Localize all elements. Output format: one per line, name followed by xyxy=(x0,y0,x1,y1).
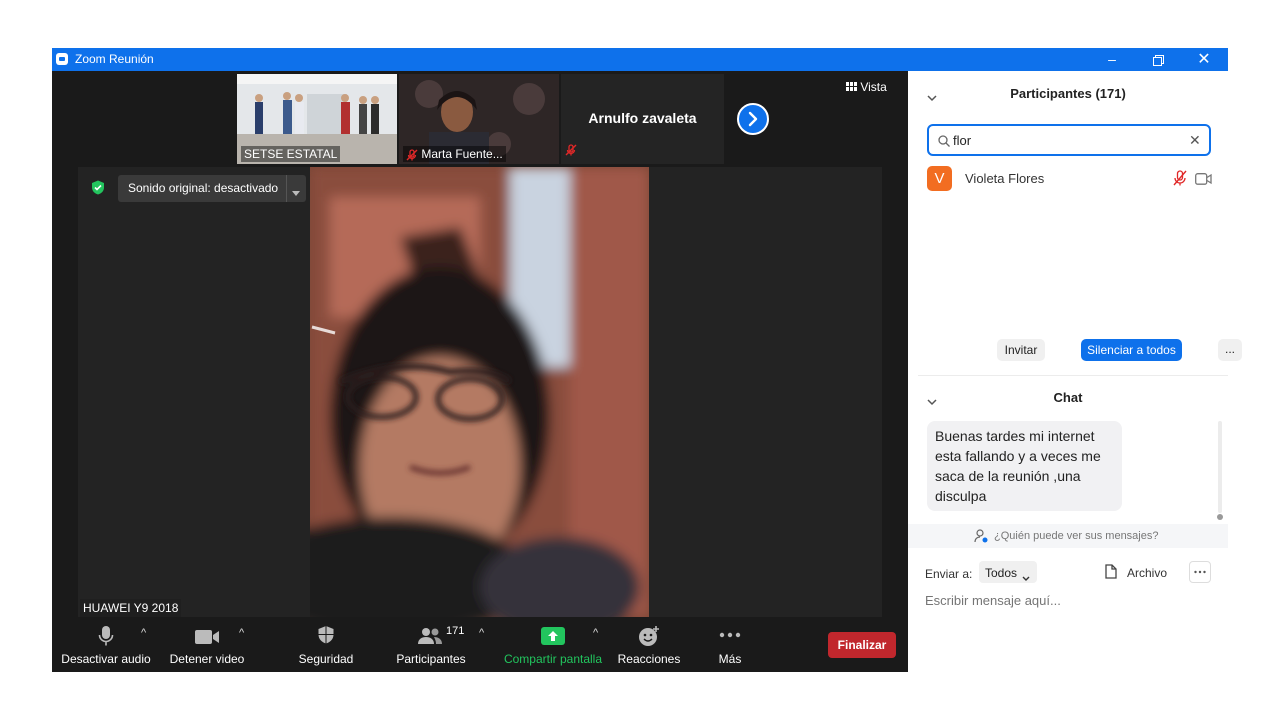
visibility-note-bar[interactable]: ¿Quién puede ver sus mensajes? xyxy=(908,524,1228,548)
participants-header: Participantes (171) xyxy=(1010,86,1126,101)
chevron-right-icon xyxy=(748,111,758,127)
window-title: Zoom Reunión xyxy=(75,52,154,66)
muted-mic-icon xyxy=(565,143,577,161)
thumbnail-name: Marta Fuente... xyxy=(421,147,503,161)
participants-options-caret-icon[interactable]: ^ xyxy=(479,627,484,639)
participant-search-box[interactable]: ✕ xyxy=(927,124,1211,156)
thumbnail-label: Marta Fuente... xyxy=(403,146,506,162)
share-screen-button[interactable]: Compartir pantalla xyxy=(500,617,606,672)
chat-message-input[interactable] xyxy=(923,591,1217,655)
stop-video-label: Detener video xyxy=(169,652,245,666)
security-label: Seguridad xyxy=(298,652,354,666)
main-video-tile: Sonido original: desactivado HUAWEI Y9 2… xyxy=(78,167,882,617)
mute-audio-label: Desactivar audio xyxy=(61,652,151,666)
next-page-button[interactable] xyxy=(737,103,769,135)
side-panel: Participantes (171) ✕ V Violeta Flores I… xyxy=(908,71,1242,672)
send-to-dropdown[interactable]: Todos xyxy=(979,561,1037,583)
caret-down-icon[interactable] xyxy=(292,184,300,202)
scroll-thumb[interactable] xyxy=(1217,514,1223,520)
reactions-button[interactable]: Reacciones xyxy=(614,617,684,672)
video-options-caret-icon[interactable]: ^ xyxy=(239,627,244,639)
share-screen-icon xyxy=(541,627,565,645)
share-options-caret-icon[interactable]: ^ xyxy=(593,627,598,639)
visibility-note-text: ¿Quién puede ver sus mensajes? xyxy=(994,530,1159,542)
file-icon xyxy=(1105,564,1117,584)
webcam-image xyxy=(310,167,649,617)
zoom-window: Zoom Reunión – ✕ SETSE ESTATAL Marta Fue… xyxy=(52,48,1242,672)
thumbnail-marta[interactable]: Marta Fuente... xyxy=(399,74,559,164)
search-icon xyxy=(938,134,950,152)
participant-search-input[interactable] xyxy=(953,131,1173,149)
title-bar: Zoom Reunión – ✕ xyxy=(52,48,1228,71)
end-meeting-button[interactable]: Finalizar xyxy=(828,632,896,658)
mute-audio-button[interactable]: Desactivar audio xyxy=(60,617,152,672)
chevron-down-icon xyxy=(1022,569,1030,587)
person-lock-icon xyxy=(974,529,988,548)
more-button[interactable]: Más xyxy=(700,617,760,672)
thumbnail-arnulfo[interactable]: Arnulfo zavaleta xyxy=(561,74,724,164)
more-dots-icon xyxy=(719,632,741,638)
more-dots-icon xyxy=(1194,570,1206,574)
clear-search-icon[interactable]: ✕ xyxy=(1189,132,1201,149)
avatar: V xyxy=(927,166,952,191)
view-button[interactable]: Vista xyxy=(846,80,887,100)
minimize-button[interactable]: – xyxy=(1089,48,1135,71)
restore-icon xyxy=(1152,54,1164,66)
chat-more-button[interactable] xyxy=(1189,561,1211,583)
invite-button[interactable]: Invitar xyxy=(997,339,1045,361)
send-to-label: Enviar a: xyxy=(925,567,973,581)
original-sound-toggle[interactable]: Sonido original: desactivado xyxy=(118,175,306,202)
close-window-button[interactable]: ✕ xyxy=(1181,48,1227,71)
more-label: Más xyxy=(718,652,742,666)
encryption-shield-icon xyxy=(91,180,105,200)
participants-label: Participantes xyxy=(396,652,466,666)
thumbnail-setse[interactable]: SETSE ESTATAL xyxy=(237,74,397,164)
security-button[interactable]: Seguridad xyxy=(290,617,362,672)
thumbnail-name: Arnulfo zavaleta xyxy=(588,110,697,126)
chat-message: Buenas tardes mi internet esta fallando … xyxy=(927,421,1122,511)
participants-button[interactable]: 171 Participantes xyxy=(392,617,470,672)
send-to-value: Todos xyxy=(985,566,1018,580)
microphone-icon xyxy=(98,626,114,646)
grid-icon xyxy=(846,82,857,91)
meeting-toolbar: Desactivar audio ^ Detener video ^ Segur… xyxy=(52,617,908,672)
participants-count: 171 xyxy=(446,625,465,637)
zoom-logo-icon xyxy=(56,53,68,65)
video-camera-icon xyxy=(195,630,219,644)
participant-video-feed xyxy=(310,167,649,617)
stop-video-button[interactable]: Detener video xyxy=(164,617,250,672)
view-label: Vista xyxy=(860,80,887,94)
mute-all-button[interactable]: Silenciar a todos xyxy=(1081,339,1182,361)
restore-button[interactable] xyxy=(1135,48,1181,71)
shield-icon xyxy=(318,626,334,644)
divider xyxy=(918,375,1228,376)
participants-icon xyxy=(418,628,442,644)
participant-row[interactable]: V Violeta Flores xyxy=(927,166,1217,192)
file-label: Archivo xyxy=(1127,566,1168,580)
chat-scrollbar[interactable] xyxy=(1218,421,1222,513)
audio-options-caret-icon[interactable]: ^ xyxy=(141,627,146,639)
video-area: SETSE ESTATAL Marta Fuente... Arnulfo za… xyxy=(52,71,908,617)
reactions-label: Reacciones xyxy=(617,652,681,666)
muted-mic-icon xyxy=(1173,170,1187,191)
muted-mic-icon xyxy=(406,149,418,161)
participants-more-button[interactable]: ... xyxy=(1218,339,1242,361)
thumbnail-name: SETSE ESTATAL xyxy=(241,146,341,162)
file-button[interactable]: Archivo xyxy=(1103,562,1173,582)
chat-header: Chat xyxy=(1053,390,1083,405)
participant-name: Violeta Flores xyxy=(965,171,1045,186)
smiley-icon xyxy=(639,626,659,646)
original-sound-label: Sonido original: desactivado xyxy=(128,181,279,195)
main-video-name: HUAWEI Y9 2018 xyxy=(80,599,182,617)
divider xyxy=(286,175,287,202)
video-camera-icon xyxy=(1195,172,1212,190)
share-screen-label: Compartir pantalla xyxy=(503,652,603,666)
